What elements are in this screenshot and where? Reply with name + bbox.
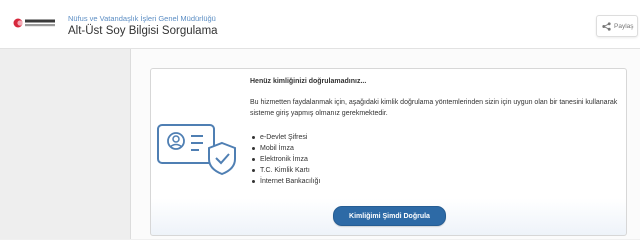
share-icon	[602, 21, 611, 31]
id-card-shield-icon	[157, 124, 236, 176]
left-sidebar	[0, 49, 131, 239]
share-label: Paylaş	[614, 22, 634, 30]
organization-name: Nüfus ve Vatandaşlık İşleri Genel Müdürl…	[68, 14, 216, 23]
list-item: İnternet Bankacılığı	[250, 176, 320, 187]
service-title: Alt-Üst Soy Bilgisi Sorgulama	[68, 25, 218, 37]
share-button[interactable]: Paylaş	[596, 15, 638, 37]
nvi-logo-icon[interactable]	[13, 17, 57, 29]
auth-methods-list: e-Devlet Şifresi Mobil İmza Elektronik İ…	[250, 132, 320, 187]
card-heading: Henüz kimliğinizi doğrulamadınız...	[250, 78, 367, 85]
page-header: Nüfus ve Vatandaşlık İşleri Genel Müdürl…	[0, 0, 640, 49]
verify-identity-button[interactable]: Kimliğimi Şimdi Doğrula	[333, 206, 446, 226]
identity-verification-card: Henüz kimliğinizi doğrulamadınız... Bu h…	[150, 68, 627, 236]
list-item: T.C. Kimlik Kartı	[250, 165, 320, 176]
card-description: Bu hizmetten faydalanmak için, aşağıdaki…	[250, 99, 618, 117]
list-item: e-Devlet Şifresi	[250, 132, 320, 143]
list-item: Elektronik İmza	[250, 154, 320, 165]
list-item: Mobil İmza	[250, 143, 320, 154]
